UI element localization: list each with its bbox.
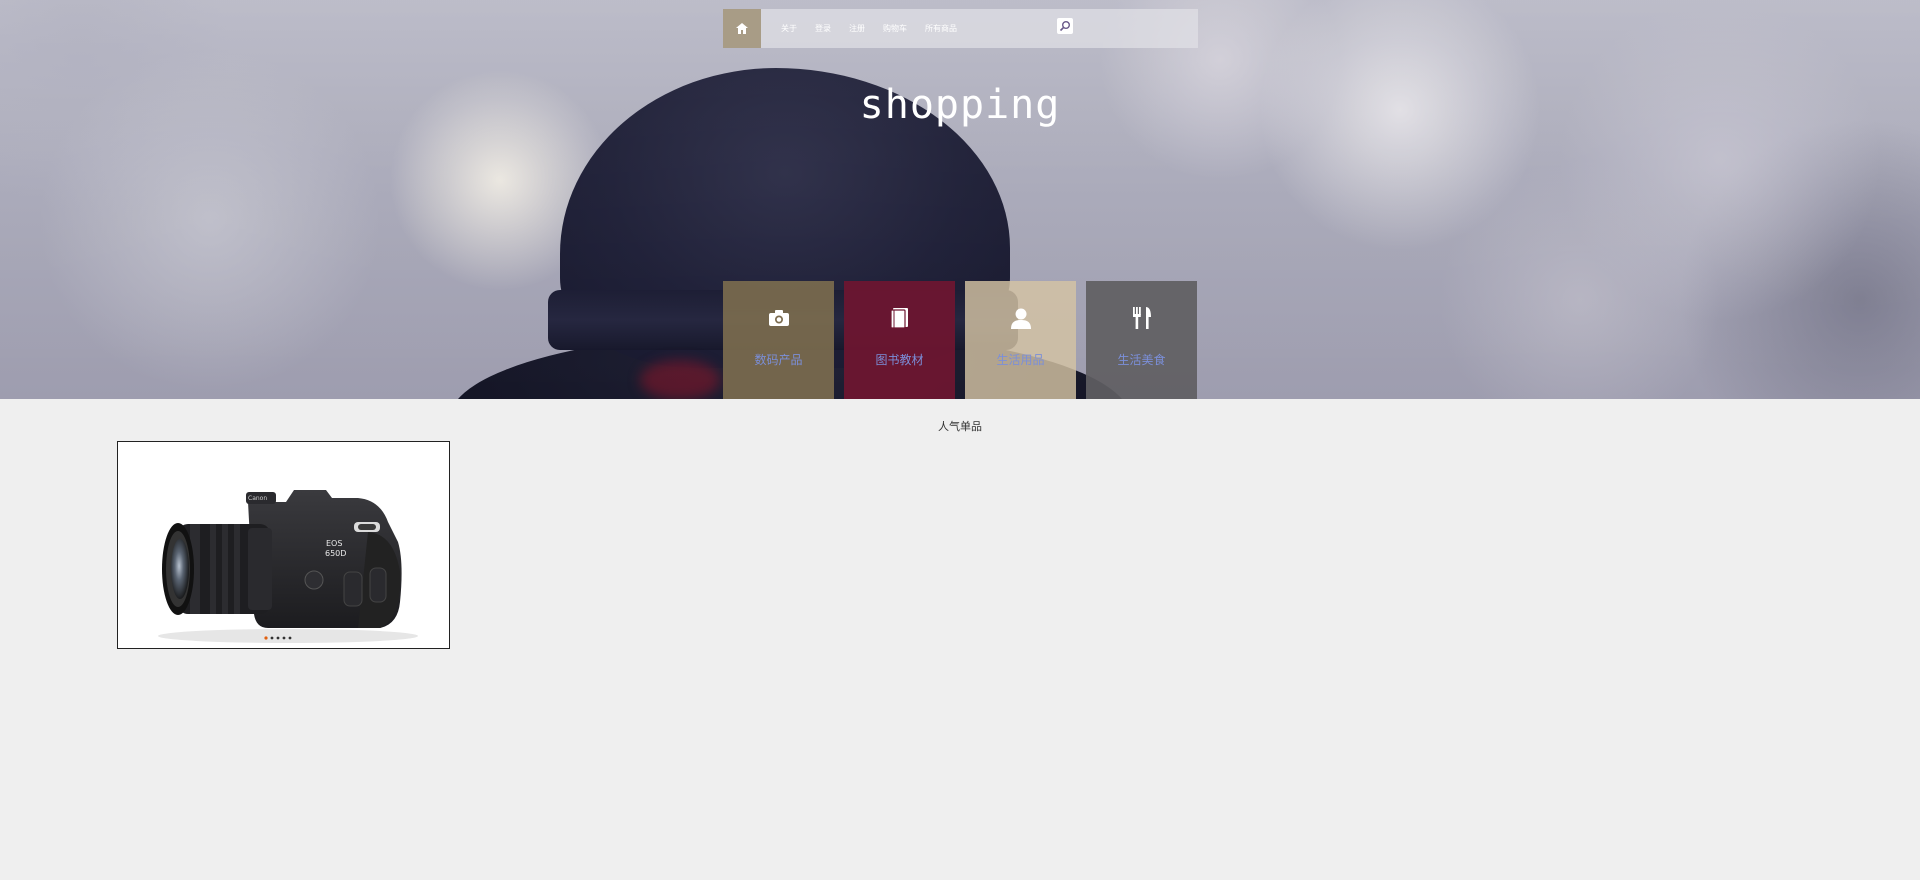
carousel-dot-4[interactable] <box>282 636 286 640</box>
home-button[interactable] <box>723 9 761 48</box>
carousel-dot-5[interactable] <box>288 636 292 640</box>
category-tile-digital[interactable]: 数码产品 <box>723 281 834 399</box>
category-tile-daily[interactable]: 生活用品 <box>965 281 1076 399</box>
nav-link-all-products[interactable]: 所有商品 <box>925 23 957 34</box>
book-icon <box>889 308 908 329</box>
nav-links: 关于 登录 注册 购物车 所有商品 <box>781 9 975 48</box>
carousel-dot-1[interactable] <box>264 636 268 640</box>
camera-icon <box>768 310 789 326</box>
nav-link-register[interactable]: 注册 <box>849 23 865 34</box>
category-tile-food[interactable]: 生活美食 <box>1086 281 1197 399</box>
nav-link-cart[interactable]: 购物车 <box>883 23 907 34</box>
category-label-digital: 数码产品 <box>754 353 803 367</box>
category-label-food: 生活美食 <box>1117 353 1166 367</box>
fork-knife-icon <box>1132 307 1151 329</box>
home-icon <box>736 23 748 34</box>
carousel-dot-3[interactable] <box>276 636 280 640</box>
search-icon <box>1059 21 1070 32</box>
camera-model-text-2: 650D <box>325 549 346 558</box>
camera-model-text-1: EOS <box>326 539 342 548</box>
nav-link-login[interactable]: 登录 <box>815 23 831 34</box>
section-title-popular: 人气单品 <box>938 420 982 433</box>
user-icon <box>1010 308 1031 329</box>
category-tile-books[interactable]: 图书教材 <box>844 281 955 399</box>
category-label-books: 图书教材 <box>875 353 924 367</box>
top-nav: 关于 登录 注册 购物车 所有商品 <box>723 9 1198 48</box>
search-button[interactable] <box>1057 18 1073 34</box>
camera-brand-text: Canon <box>248 495 267 502</box>
hero-banner: 关于 登录 注册 购物车 所有商品 shopping 数码产品 图书教材 生活用… <box>0 0 1920 399</box>
category-label-daily: 生活用品 <box>996 353 1045 367</box>
hero-overlay <box>0 0 1920 399</box>
nav-link-about[interactable]: 关于 <box>781 23 797 34</box>
product-image-camera: EOS 650D Canon <box>118 442 449 648</box>
carousel-dot-2[interactable] <box>270 636 274 640</box>
site-title: shopping <box>859 82 1061 128</box>
product-card[interactable]: EOS 650D Canon <box>117 441 450 649</box>
